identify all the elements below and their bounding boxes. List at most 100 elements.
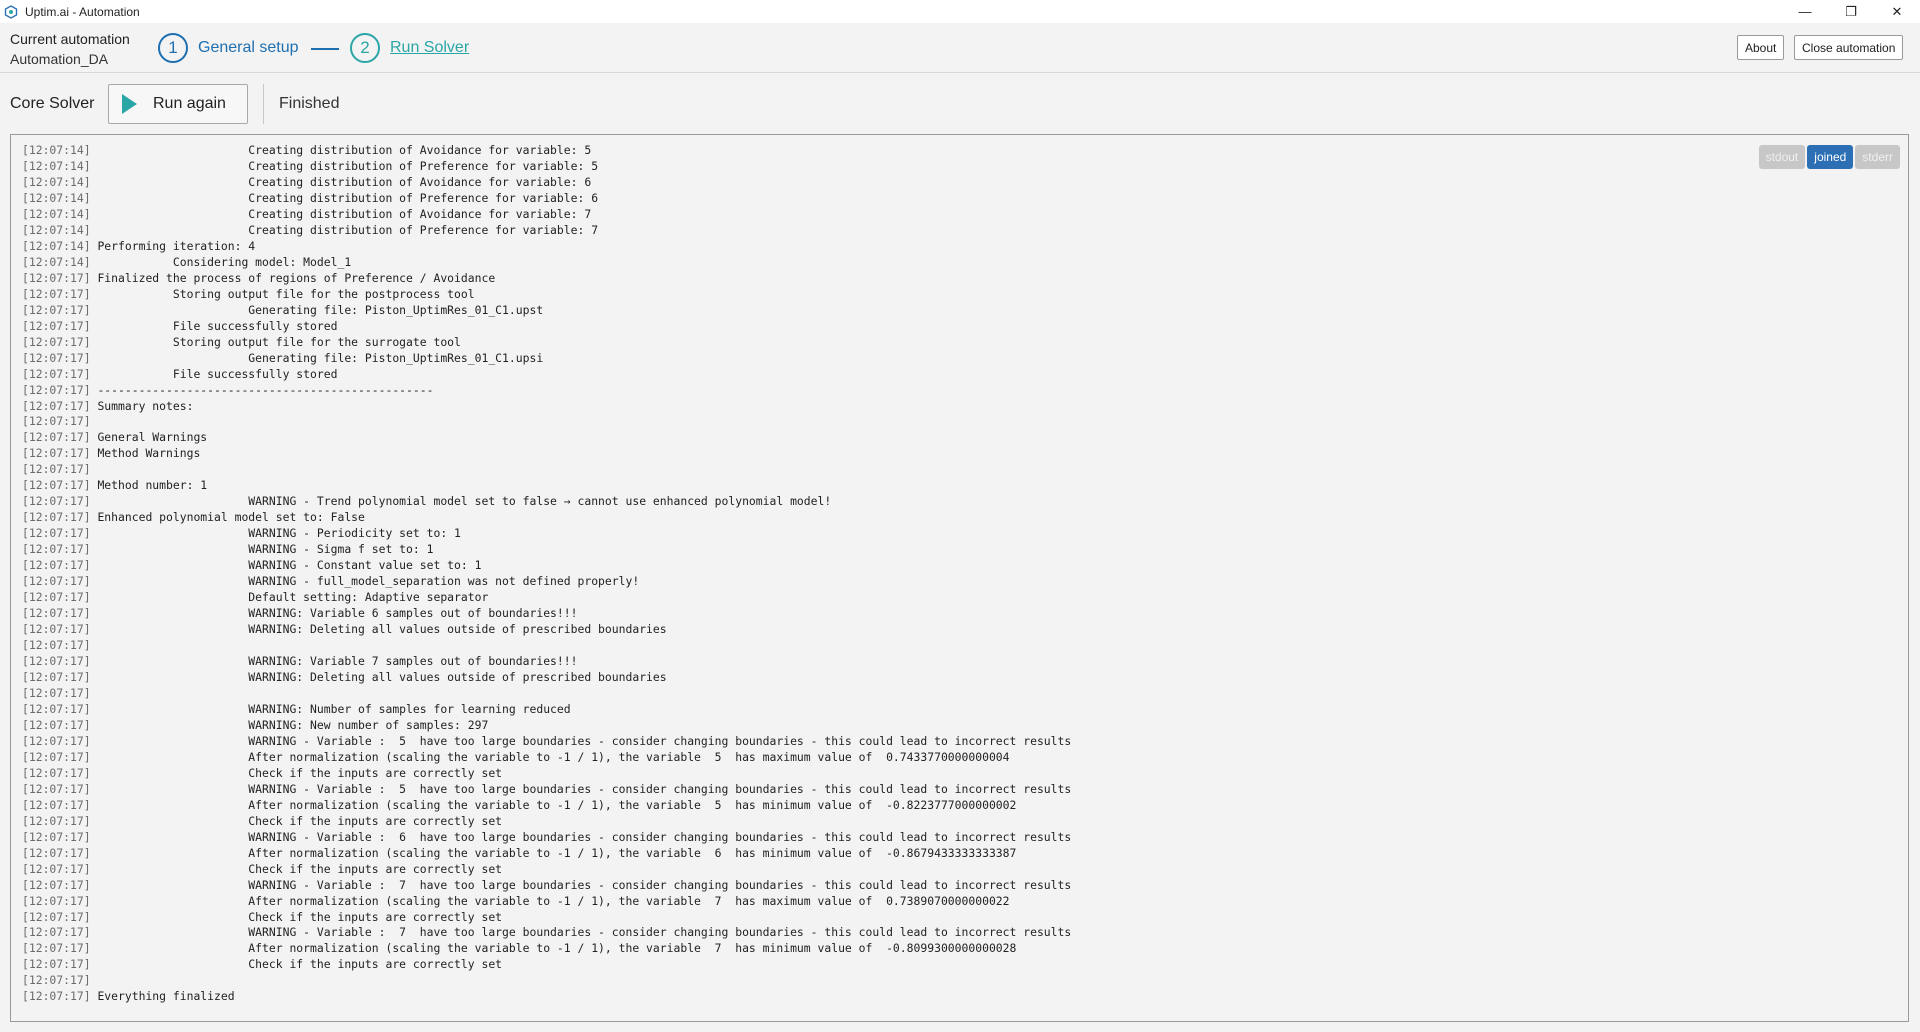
console-line: [12:07:17] WARNING: Variable 7 samples o… xyxy=(22,654,1071,670)
log-timestamp: [12:07:17] xyxy=(22,382,91,397)
log-message: Method Warnings xyxy=(97,446,201,461)
step-general-setup[interactable]: 1 General setup xyxy=(158,33,299,63)
log-timestamp: [12:07:17] xyxy=(22,398,91,413)
log-message: Storing output file for the postprocess … xyxy=(97,286,475,301)
log-message: Check if the inputs are correctly set xyxy=(97,909,503,924)
console-line: [12:07:17] WARNING - Sigma f set to: 1 xyxy=(22,542,1071,558)
console-line: [12:07:17] Check if the inputs are corre… xyxy=(22,910,1071,926)
log-message: After normalization (scaling the variabl… xyxy=(97,797,1017,812)
console-line: [12:07:17] xyxy=(22,638,1071,654)
console-line: [12:07:17] Enhanced polynomial model set… xyxy=(22,510,1071,526)
console-line: [12:07:17] Method Warnings xyxy=(22,446,1071,462)
minimize-icon[interactable]: — xyxy=(1782,0,1828,23)
console-line: [12:07:14] Creating distribution of Avoi… xyxy=(22,207,1071,223)
log-timestamp: [12:07:17] xyxy=(22,733,91,748)
about-button[interactable]: About xyxy=(1737,35,1785,60)
log-message: WARNING: New number of samples: 297 xyxy=(97,717,489,732)
close-automation-button[interactable]: Close automation xyxy=(1794,35,1904,60)
log-message: Creating distribution of Preference for … xyxy=(97,222,599,237)
console-line: [12:07:17] WARNING: New number of sample… xyxy=(22,718,1071,734)
log-message: WARNING - Variable : 7 have too large bo… xyxy=(97,925,1072,940)
console-line: [12:07:17] xyxy=(22,414,1071,430)
console-line: [12:07:17] WARNING - full_model_separati… xyxy=(22,574,1071,590)
log-message: WARNING - Variable : 5 have too large bo… xyxy=(97,781,1072,796)
current-automation-name: Automation_DA xyxy=(10,51,109,67)
log-timestamp: [12:07:17] xyxy=(22,286,91,301)
log-message: Check if the inputs are correctly set xyxy=(97,957,503,972)
log-timestamp: [12:07:17] xyxy=(22,797,91,812)
log-timestamp: [12:07:17] xyxy=(22,925,91,940)
console-line: [12:07:17] WARNING - Variable : 5 have t… xyxy=(22,782,1071,798)
log-message: ----------------------------------------… xyxy=(97,382,434,397)
log-timestamp: [12:07:17] xyxy=(22,302,91,317)
console-line: [12:07:17] After normalization (scaling … xyxy=(22,750,1071,766)
log-message: After normalization (scaling the variabl… xyxy=(97,893,1010,908)
log-message: Check if the inputs are correctly set xyxy=(97,813,503,828)
log-message: Everything finalized xyxy=(97,989,235,1004)
console-output[interactable]: [12:07:14] Creating distribution of Avoi… xyxy=(10,134,1909,1022)
log-timestamp: [12:07:17] xyxy=(22,478,91,493)
console-line: [12:07:14] Creating distribution of Avoi… xyxy=(22,175,1071,191)
log-message: Considering model: Model_1 xyxy=(97,254,352,269)
log-timestamp: [12:07:17] xyxy=(22,270,91,285)
console-line: [12:07:14] Performing iteration: 4 xyxy=(22,239,1071,255)
log-message: WARNING: Variable 6 samples out of bound… xyxy=(97,606,578,621)
tab-stderr[interactable]: stderr xyxy=(1855,145,1900,169)
step-run-solver[interactable]: 2 Run Solver xyxy=(350,33,469,63)
restore-icon[interactable]: ❐ xyxy=(1828,0,1874,23)
run-again-button[interactable]: Run again xyxy=(108,84,248,124)
log-timestamp: [12:07:14] xyxy=(22,254,91,269)
log-message: WARNING - Variable : 7 have too large bo… xyxy=(97,877,1072,892)
console-line: [12:07:17] WARNING - Variable : 7 have t… xyxy=(22,925,1071,941)
step-number-circle: 2 xyxy=(350,33,380,63)
window-controls: — ❐ ✕ xyxy=(1782,0,1920,23)
console-line: [12:07:17] WARNING - Trend polynomial mo… xyxy=(22,494,1071,510)
log-timestamp: [12:07:14] xyxy=(22,190,91,205)
log-timestamp: [12:07:17] xyxy=(22,526,91,541)
console-line: [12:07:17] After normalization (scaling … xyxy=(22,798,1071,814)
app-logo-icon xyxy=(4,4,18,19)
log-timestamp: [12:07:14] xyxy=(22,174,91,189)
log-timestamp: [12:07:17] xyxy=(22,606,91,621)
console-line: [12:07:17] Generating file: Piston_Uptim… xyxy=(22,351,1071,367)
close-icon[interactable]: ✕ xyxy=(1874,0,1920,23)
console-line: [12:07:17] After normalization (scaling … xyxy=(22,846,1071,862)
current-automation-label: Current automation xyxy=(10,31,130,47)
log-message: Method number: 1 xyxy=(97,478,208,493)
log-timestamp: [12:07:17] xyxy=(22,446,91,461)
log-timestamp: [12:07:17] xyxy=(22,462,91,477)
console-line: [12:07:17] WARNING: Deleting all values … xyxy=(22,622,1071,638)
log-timestamp: [12:07:17] xyxy=(22,813,91,828)
console-line: [12:07:17] Storing output file for the p… xyxy=(22,287,1071,303)
log-message: WARNING - Variable : 6 have too large bo… xyxy=(97,829,1072,844)
log-timestamp: [12:07:17] xyxy=(22,334,91,349)
console-lines: [12:07:14] Creating distribution of Avoi… xyxy=(22,143,1071,1005)
log-timestamp: [12:07:17] xyxy=(22,542,91,557)
console-line: [12:07:17] Generating file: Piston_Uptim… xyxy=(22,303,1071,319)
tab-joined[interactable]: joined xyxy=(1807,145,1854,169)
log-message: Creating distribution of Preference for … xyxy=(97,158,599,173)
console-line: [12:07:17] Everything finalized xyxy=(22,989,1071,1005)
console-line: [12:07:17] WARNING - Variable : 7 have t… xyxy=(22,878,1071,894)
log-timestamp: [12:07:17] xyxy=(22,558,91,573)
log-message: File successfully stored xyxy=(97,366,338,381)
tab-stdout[interactable]: stdout xyxy=(1758,145,1806,169)
console-line: [12:07:17] Check if the inputs are corre… xyxy=(22,814,1071,830)
log-timestamp: [12:07:17] xyxy=(22,494,91,509)
log-message: Check if the inputs are correctly set xyxy=(97,861,503,876)
log-message: Storing output file for the surrogate to… xyxy=(97,334,461,349)
log-message: Summary notes: xyxy=(97,398,194,413)
console-line: [12:07:17] WARNING: Deleting all values … xyxy=(22,670,1071,686)
log-timestamp: [12:07:17] xyxy=(22,414,91,429)
solver-toolbar: Core Solver Run again Finished xyxy=(0,74,1920,130)
console-line: [12:07:14] Creating distribution of Pref… xyxy=(22,159,1071,175)
log-timestamp: [12:07:17] xyxy=(22,622,91,637)
log-message: Generating file: Piston_UptimRes_01_C1.u… xyxy=(97,350,544,365)
log-message: WARNING - Periodicity set to: 1 xyxy=(97,526,461,541)
console-line: [12:07:17] xyxy=(22,973,1071,989)
log-timestamp: [12:07:17] xyxy=(22,669,91,684)
log-message: Creating distribution of Avoidance for v… xyxy=(97,206,592,221)
core-solver-label: Core Solver xyxy=(10,95,95,112)
console-line: [12:07:14] Creating distribution of Pref… xyxy=(22,191,1071,207)
log-message: Creating distribution of Avoidance for v… xyxy=(97,174,592,189)
